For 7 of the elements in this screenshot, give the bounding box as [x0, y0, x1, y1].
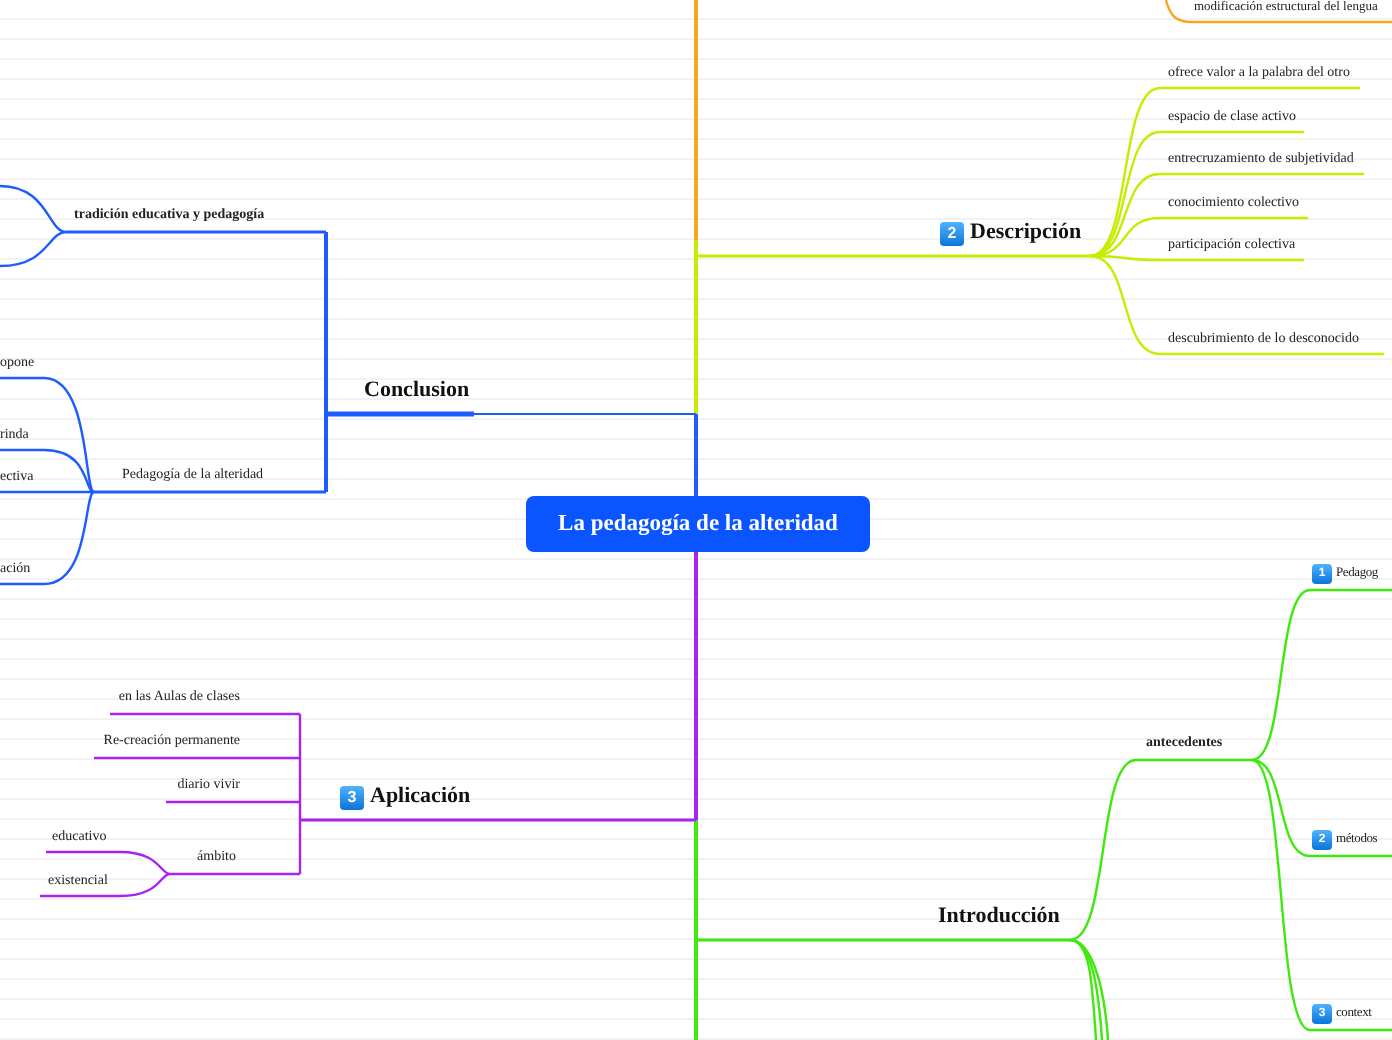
central-topic: La pedagogía de la alteridad [526, 496, 870, 552]
number-badge: 2 [940, 221, 964, 246]
topic-label: Aplicación [370, 784, 471, 811]
topic-label: Introducción [938, 904, 1060, 931]
topic-label: Descripción [970, 220, 1082, 247]
number-badge: 3 [340, 785, 364, 810]
topic-label: Conclusion [364, 378, 470, 405]
